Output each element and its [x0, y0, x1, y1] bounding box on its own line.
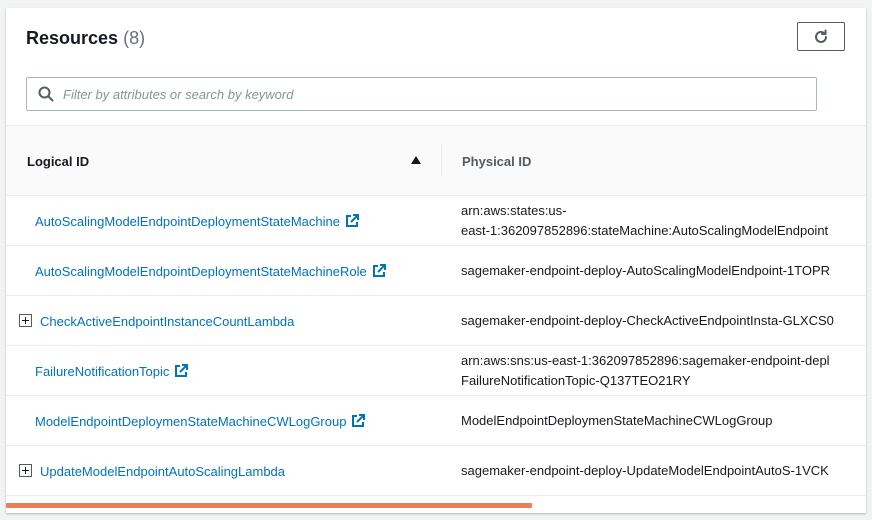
refresh-icon — [815, 29, 827, 43]
panel-title-text: Resources — [26, 28, 119, 48]
table-row: AutoScalingModelEndpointDeploymentStateM… — [6, 246, 866, 296]
refresh-button[interactable] — [797, 22, 845, 51]
expand-icon[interactable] — [19, 314, 32, 327]
table-row: AutoScalingModelEndpointDeploymentStateM… — [6, 196, 866, 246]
logical-id-cell: UpdateModelEndpointAutoScalingLambda — [40, 446, 285, 496]
external-link-icon[interactable] — [372, 264, 386, 278]
physical-id-cell: sagemaker-endpoint-deploy-AutoScalingMod… — [461, 246, 830, 296]
physical-id-line: sagemaker-endpoint-deploy-CheckActiveEnd… — [461, 313, 834, 328]
expand-icon[interactable] — [19, 464, 32, 477]
physical-id-line: FailureNotificationTopic-Q137TEO21RY — [461, 373, 691, 388]
logical-id-link[interactable]: FailureNotificationTopic — [35, 364, 169, 379]
physical-id-cell: arn:aws:sns:us-east-1:362097852896:sagem… — [461, 346, 830, 396]
physical-id-line: arn:aws:states:us- — [461, 203, 567, 218]
table-header: Logical ID Physical ID — [6, 126, 866, 196]
search-field[interactable] — [26, 77, 817, 111]
logical-id-cell: AutoScalingModelEndpointDeploymentStateM… — [35, 246, 386, 296]
logical-id-cell: ModelEndpointDeploymenStateMachineCWLogG… — [35, 396, 366, 446]
logical-id-link[interactable]: AutoScalingModelEndpointDeploymentStateM… — [35, 214, 340, 229]
external-link-icon[interactable] — [345, 214, 359, 228]
physical-id-cell: sagemaker-endpoint-deploy-UpdateModelEnd… — [461, 446, 829, 496]
sort-ascending-icon[interactable] — [411, 156, 421, 164]
physical-id-cell: ModelEndpointDeploymenStateMachineCWLogG… — [461, 396, 772, 446]
resources-header: Resources (8) — [6, 8, 866, 126]
resource-count: (8) — [123, 28, 146, 48]
table-row: UpdateModelEndpointAutoScalingLambda sag… — [6, 446, 866, 496]
table-row: ModelEndpointDeploymenStateMachineCWLogG… — [6, 396, 866, 446]
external-link-icon[interactable] — [174, 364, 189, 378]
physical-id-line: east-1:362097852896:stateMachine:AutoSca… — [461, 223, 829, 238]
search-icon — [38, 86, 54, 102]
column-header-logical-id[interactable]: Logical ID — [27, 154, 89, 169]
scrollbar-thumb[interactable] — [6, 503, 532, 508]
column-divider[interactable] — [441, 144, 442, 177]
physical-id-line: ModelEndpointDeploymenStateMachineCWLogG… — [461, 413, 773, 428]
table-row: FailureNotificationTopic arn:aws:sns:us-… — [6, 346, 866, 396]
external-link-icon[interactable] — [351, 414, 366, 428]
logical-id-link[interactable]: CheckActiveEndpointInstanceCountLambda — [40, 314, 294, 329]
physical-id-cell: sagemaker-endpoint-deploy-CheckActiveEnd… — [461, 296, 834, 346]
logical-id-cell: CheckActiveEndpointInstanceCountLambda — [40, 296, 294, 346]
resources-panel: Resources (8) Logical ID Physical ID Aut… — [6, 8, 866, 513]
table-row: CheckActiveEndpointInstanceCountLambda s… — [6, 296, 866, 346]
physical-id-cell: arn:aws:states:us- east-1:362097852896:s… — [461, 196, 828, 246]
panel-title: Resources (8) — [26, 28, 145, 49]
physical-id-line: arn:aws:sns:us-east-1:362097852896:sagem… — [461, 353, 830, 368]
logical-id-cell: AutoScalingModelEndpointDeploymentStateM… — [35, 196, 359, 246]
search-input[interactable] — [63, 78, 803, 110]
logical-id-cell: FailureNotificationTopic — [35, 346, 189, 396]
logical-id-link[interactable]: AutoScalingModelEndpointDeploymentStateM… — [35, 264, 367, 279]
logical-id-link[interactable]: ModelEndpointDeploymenStateMachineCWLogG… — [35, 414, 346, 429]
logical-id-link[interactable]: UpdateModelEndpointAutoScalingLambda — [40, 464, 285, 479]
physical-id-line: sagemaker-endpoint-deploy-UpdateModelEnd… — [461, 463, 829, 478]
column-header-physical-id[interactable]: Physical ID — [462, 154, 531, 169]
physical-id-line: sagemaker-endpoint-deploy-AutoScalingMod… — [461, 263, 831, 278]
